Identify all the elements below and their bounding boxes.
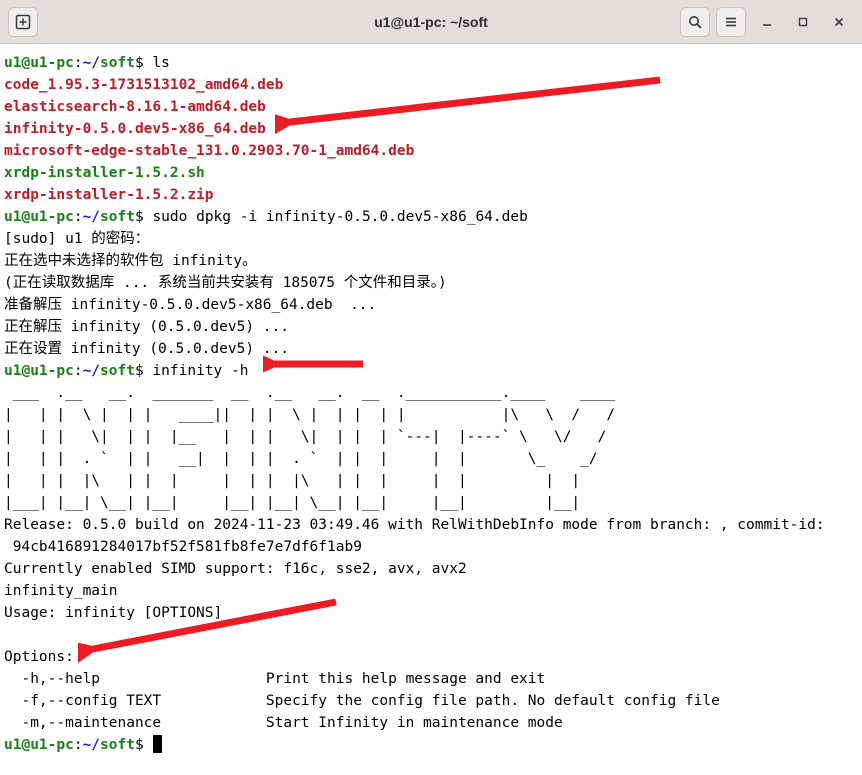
prompt-tilde: ~/ bbox=[83, 209, 100, 225]
prompt-colon: : bbox=[74, 737, 83, 753]
main-line: infinity_main bbox=[4, 580, 858, 602]
cursor bbox=[153, 735, 162, 753]
prompt-dir: soft bbox=[100, 209, 135, 225]
ascii-art: | | | \ | | | ____|| | | \ | | | | | |\ … bbox=[4, 404, 858, 426]
release-line: Release: 0.5.0 build on 2024-11-23 03:49… bbox=[4, 514, 858, 536]
dpkg-output: (正在读取数据库 ... 系统当前共安装有 185075 个文件和目录。) bbox=[4, 272, 858, 294]
new-tab-button[interactable] bbox=[8, 7, 38, 37]
maximize-button[interactable] bbox=[788, 7, 818, 37]
dpkg-output: 正在设置 infinity (0.5.0.dev5) ... bbox=[4, 338, 858, 360]
prompt-tilde: ~/ bbox=[83, 363, 100, 379]
minimize-icon bbox=[760, 15, 774, 29]
ascii-art: | | | |\ | | | | | | |\ | | | | | | | bbox=[4, 470, 858, 492]
command-text: sudo dpkg -i infinity-0.5.0.dev5-x86_64.… bbox=[152, 209, 527, 225]
terminal-line: u1@u1-pc:~/soft$ infinity -h bbox=[4, 360, 858, 382]
ascii-art: | | | \| | | |__ | | | \| | | | `---| |-… bbox=[4, 426, 858, 448]
prompt-user: u1@u1-pc bbox=[4, 363, 74, 379]
blank-line bbox=[4, 624, 858, 646]
titlebar-left-group bbox=[8, 7, 38, 37]
file-listing: code_1.95.3-1731513102_amd64.deb bbox=[4, 74, 858, 96]
prompt-dollar: $ bbox=[135, 55, 144, 71]
maximize-icon bbox=[796, 15, 810, 29]
dpkg-output: [sudo] u1 的密码： bbox=[4, 228, 858, 250]
prompt-dollar: $ bbox=[135, 209, 144, 225]
ascii-art: | | | . ` | | __| | | | . ` | | | | | \_… bbox=[4, 448, 858, 470]
new-tab-icon bbox=[15, 14, 31, 30]
search-icon bbox=[687, 14, 703, 30]
command-text: ls bbox=[152, 55, 169, 71]
prompt-dir: soft bbox=[100, 55, 135, 71]
terminal-line: u1@u1-pc:~/soft$ bbox=[4, 734, 858, 756]
titlebar-right-group bbox=[680, 7, 854, 37]
file-listing: xrdp-installer-1.5.2.sh bbox=[4, 162, 858, 184]
prompt-colon: : bbox=[74, 363, 83, 379]
minimize-button[interactable] bbox=[752, 7, 782, 37]
command-text: infinity -h bbox=[152, 363, 248, 379]
option-maintenance: -m,--maintenance Start Infinity in maint… bbox=[4, 712, 858, 734]
commit-line: 94cb416891284017bf52f581fb8fe7e7df6f1ab9 bbox=[4, 536, 858, 558]
file-listing: infinity-0.5.0.dev5-x86_64.deb bbox=[4, 118, 858, 140]
option-help: -h,--help Print this help message and ex… bbox=[4, 668, 858, 690]
file-listing: xrdp-installer-1.5.2.zip bbox=[4, 184, 858, 206]
terminal-line: u1@u1-pc:~/soft$ ls bbox=[4, 52, 858, 74]
prompt-dir: soft bbox=[100, 363, 135, 379]
file-listing: elasticsearch-8.16.1-amd64.deb bbox=[4, 96, 858, 118]
usage-line: Usage: infinity [OPTIONS] bbox=[4, 602, 858, 624]
terminal-line: u1@u1-pc:~/soft$ sudo dpkg -i infinity-0… bbox=[4, 206, 858, 228]
ascii-art: |___| |__| \__| |__| |__| |__| \__| |__|… bbox=[4, 492, 858, 514]
menu-button[interactable] bbox=[716, 7, 746, 37]
options-header: Options: bbox=[4, 646, 858, 668]
dpkg-output: 准备解压 infinity-0.5.0.dev5-x86_64.deb ... bbox=[4, 294, 858, 316]
prompt-tilde: ~/ bbox=[83, 55, 100, 71]
prompt-tilde: ~/ bbox=[83, 737, 100, 753]
file-listing: microsoft-edge-stable_131.0.2903.70-1_am… bbox=[4, 140, 858, 162]
prompt-dollar: $ bbox=[135, 363, 144, 379]
terminal-body[interactable]: u1@u1-pc:~/soft$ ls code_1.95.3-17315131… bbox=[0, 44, 862, 775]
prompt-colon: : bbox=[74, 55, 83, 71]
prompt-user: u1@u1-pc bbox=[4, 55, 74, 71]
prompt-dollar: $ bbox=[135, 737, 144, 753]
dpkg-output: 正在选中未选择的软件包 infinity。 bbox=[4, 250, 858, 272]
dpkg-output: 正在解压 infinity (0.5.0.dev5) ... bbox=[4, 316, 858, 338]
ascii-art: ___ .__ __. _______ __ .__ __. __ ._____… bbox=[4, 382, 858, 404]
close-button[interactable] bbox=[824, 7, 854, 37]
option-config: -f,--config TEXT Specify the config file… bbox=[4, 690, 858, 712]
search-button[interactable] bbox=[680, 7, 710, 37]
simd-line: Currently enabled SIMD support: f16c, ss… bbox=[4, 558, 858, 580]
hamburger-icon bbox=[723, 14, 739, 30]
window-titlebar: u1@u1-pc: ~/soft bbox=[0, 0, 862, 44]
close-icon bbox=[832, 15, 846, 29]
prompt-colon: : bbox=[74, 209, 83, 225]
prompt-user: u1@u1-pc bbox=[4, 737, 74, 753]
window-title: u1@u1-pc: ~/soft bbox=[374, 14, 488, 30]
prompt-user: u1@u1-pc bbox=[4, 209, 74, 225]
prompt-dir: soft bbox=[100, 737, 135, 753]
